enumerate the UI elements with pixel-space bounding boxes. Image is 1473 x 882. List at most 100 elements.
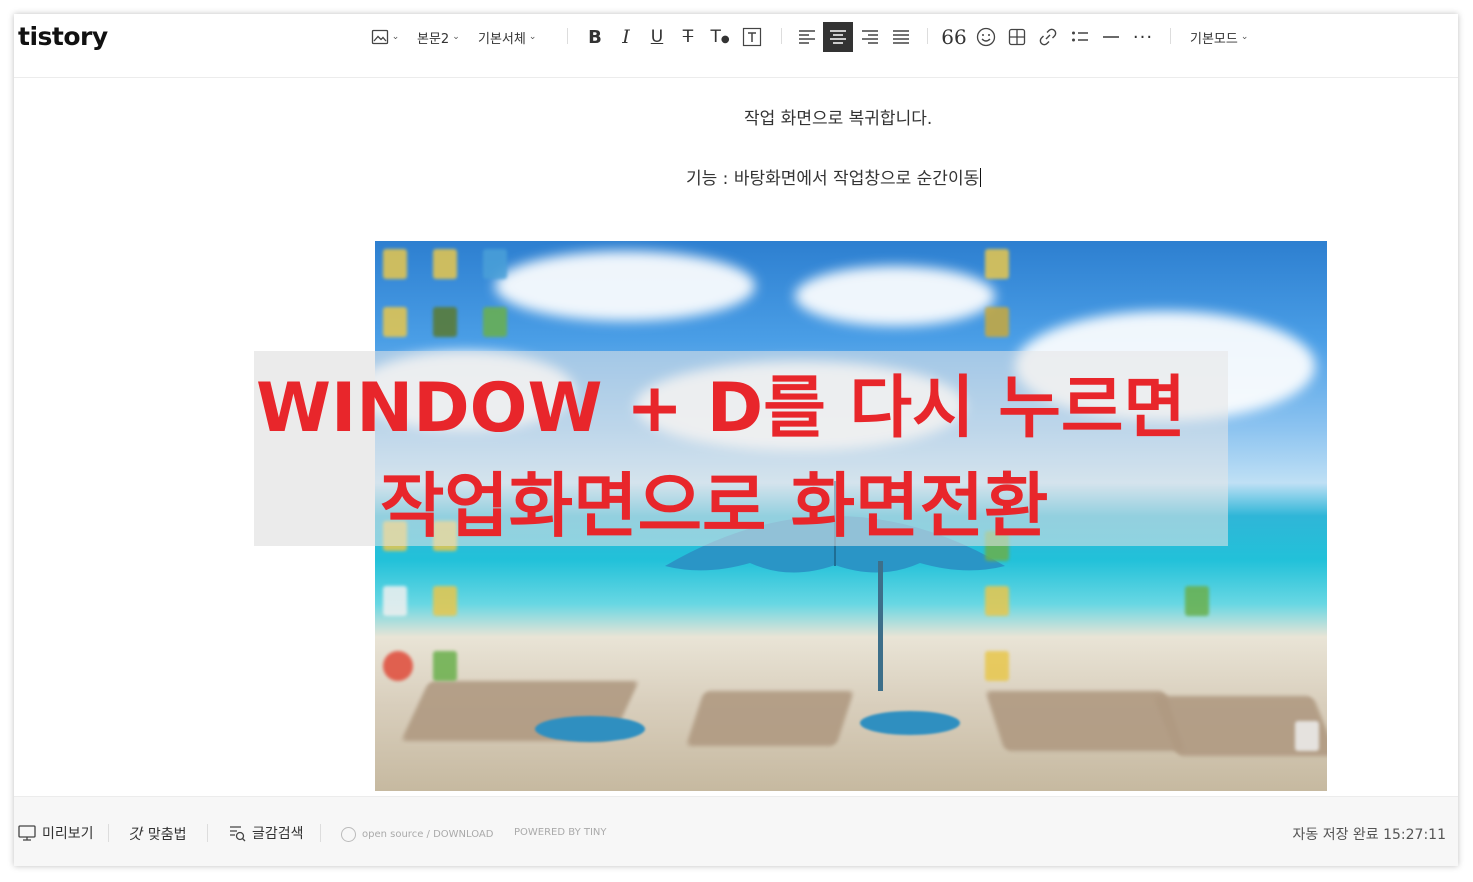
align-right-icon (861, 29, 879, 45)
feature-text: 기능 : 바탕화면에서 작업창으로 순간이동 (686, 169, 980, 189)
table-icon (1008, 28, 1026, 46)
text-caret (980, 168, 982, 187)
italic-button[interactable]: I (611, 22, 641, 52)
tistory-logo[interactable]: tistory (18, 22, 108, 51)
underline-button[interactable]: U (642, 22, 672, 52)
overlay-caption-line-2: 작업화면으로 화면전환 (380, 465, 1049, 547)
document-search-icon (228, 824, 246, 842)
toolbar-divider (781, 28, 782, 44)
open-source-label: open source / DOWNLOAD (362, 829, 494, 840)
chevron-down-icon: ⌄ (391, 32, 400, 42)
underline-icon: U (650, 27, 664, 47)
editor-toolbar: tistory ⌄ 본문2 ⌄ 기본서체 ⌄ B I U T T● 66 ···… (14, 14, 1458, 78)
chevron-down-icon: ⌄ (1240, 32, 1249, 42)
insert-image-button[interactable]: ⌄ (368, 22, 402, 52)
text-background-button[interactable] (737, 22, 767, 52)
desktop-file-icon[interactable] (483, 307, 507, 337)
material-search-label: 글감검색 (252, 826, 304, 842)
align-center-icon (829, 29, 847, 45)
emoji-icon (976, 27, 996, 47)
toolbar-divider (567, 28, 568, 44)
paragraph-style-select[interactable]: 본문2 ⌄ (417, 22, 460, 52)
desktop-folder-icon[interactable] (985, 651, 1009, 681)
toolbar-divider (1170, 28, 1171, 44)
beach-chair (686, 691, 854, 746)
text-color-icon: T● (710, 27, 730, 47)
align-justify-icon (892, 29, 910, 45)
footer-divider (320, 824, 321, 842)
quote-icon: 66 (941, 25, 967, 49)
table-button[interactable] (1002, 22, 1032, 52)
image-icon (371, 28, 389, 46)
spellcheck-label: 맞춤법 (147, 826, 187, 843)
more-button[interactable]: ··· (1128, 22, 1158, 52)
bold-button[interactable]: B (580, 22, 610, 52)
desktop-folder-icon[interactable] (985, 586, 1009, 616)
align-right-button[interactable] (855, 22, 885, 52)
editor-footer: 미리보기 갓 맞춤법 글감검색 open source / DOWNLOAD PO… (14, 796, 1458, 866)
chevron-down-icon: ⌄ (528, 32, 537, 42)
strikethrough-button[interactable]: T (673, 22, 703, 52)
desktop-folder-icon[interactable] (985, 249, 1009, 279)
desktop-file-icon[interactable] (483, 249, 507, 279)
beach-table (860, 711, 960, 735)
open-source-icon (341, 827, 356, 842)
text-color-button[interactable]: T● (705, 22, 735, 52)
link-button[interactable] (1033, 22, 1063, 52)
paragraph-line: 작업 화면으로 복귀합니다. (744, 109, 933, 129)
umbrella-pole (878, 561, 883, 691)
footer-divider (207, 824, 208, 842)
font-family-label: 기본서체 (478, 31, 526, 47)
align-left-button[interactable] (792, 22, 822, 52)
open-source-link[interactable]: open source / DOWNLOAD (341, 827, 493, 842)
spellcheck-icon: 갓 (128, 825, 142, 843)
monitor-icon (18, 825, 36, 841)
italic-icon: I (622, 26, 630, 48)
autosave-status: 자동 저장 완료 15:27:11 (1292, 827, 1446, 843)
spellcheck-button[interactable]: 갓 맞춤법 (128, 823, 186, 844)
list-button[interactable] (1065, 22, 1095, 52)
cloud-shape (495, 251, 755, 321)
cloud-shape (795, 266, 995, 326)
material-search-button[interactable]: 글감검색 (228, 823, 304, 843)
desktop-file-icon[interactable] (383, 586, 407, 616)
desktop-folder-icon[interactable] (383, 249, 407, 279)
divider-icon (1102, 35, 1120, 39)
strikethrough-icon: T (682, 27, 694, 47)
editor-mode-label: 기본모드 (1190, 31, 1238, 47)
desktop-file-icon[interactable] (1295, 721, 1319, 751)
desktop-folder-icon[interactable] (433, 586, 457, 616)
font-family-select[interactable]: 기본서체 ⌄ (478, 22, 536, 52)
quote-button[interactable]: 66 (939, 22, 969, 52)
preview-label: 미리보기 (42, 826, 94, 842)
toolbar-divider (927, 28, 928, 44)
align-left-icon (798, 29, 816, 45)
desktop-folder-icon[interactable] (433, 249, 457, 279)
paragraph-line-with-caret: 기능 : 바탕화면에서 작업창으로 순간이동 (686, 164, 982, 189)
desktop-folder-icon[interactable] (383, 307, 407, 337)
text-background-icon (742, 27, 762, 47)
editor-content[interactable]: ​ 작업 화면으로 복귀합니다. 기능 : 바탕화면에서 작업창으로 순간이동 (14, 78, 1458, 796)
powered-by-tiny-link[interactable]: POWERED BY TINY (514, 827, 607, 838)
desktop-file-icon[interactable] (433, 307, 457, 337)
preview-button[interactable]: 미리보기 (18, 823, 94, 843)
beach-table (535, 716, 645, 742)
footer-divider (108, 824, 109, 842)
emoji-button[interactable] (971, 22, 1001, 52)
link-icon (1038, 27, 1058, 47)
align-justify-button[interactable] (886, 22, 916, 52)
desktop-folder-icon[interactable] (985, 307, 1009, 337)
chevron-down-icon: ⌄ (452, 32, 460, 42)
list-icon (1071, 29, 1089, 45)
editor-window: tistory ⌄ 본문2 ⌄ 기본서체 ⌄ B I U T T● 66 ···… (14, 14, 1458, 866)
divider-button[interactable] (1096, 22, 1126, 52)
more-icon: ··· (1132, 26, 1154, 48)
paragraph-style-label: 본문2 (417, 31, 450, 47)
overlay-caption-line-1: WINDOW + D를 다시 누르면 (256, 369, 1186, 448)
chrome-icon[interactable] (383, 651, 413, 681)
desktop-file-icon[interactable] (1185, 586, 1209, 616)
align-center-button[interactable] (823, 22, 853, 52)
bold-icon: B (588, 26, 602, 48)
editor-mode-select[interactable]: 기본모드 ⌄ (1190, 22, 1248, 52)
desktop-file-icon[interactable] (433, 651, 457, 681)
